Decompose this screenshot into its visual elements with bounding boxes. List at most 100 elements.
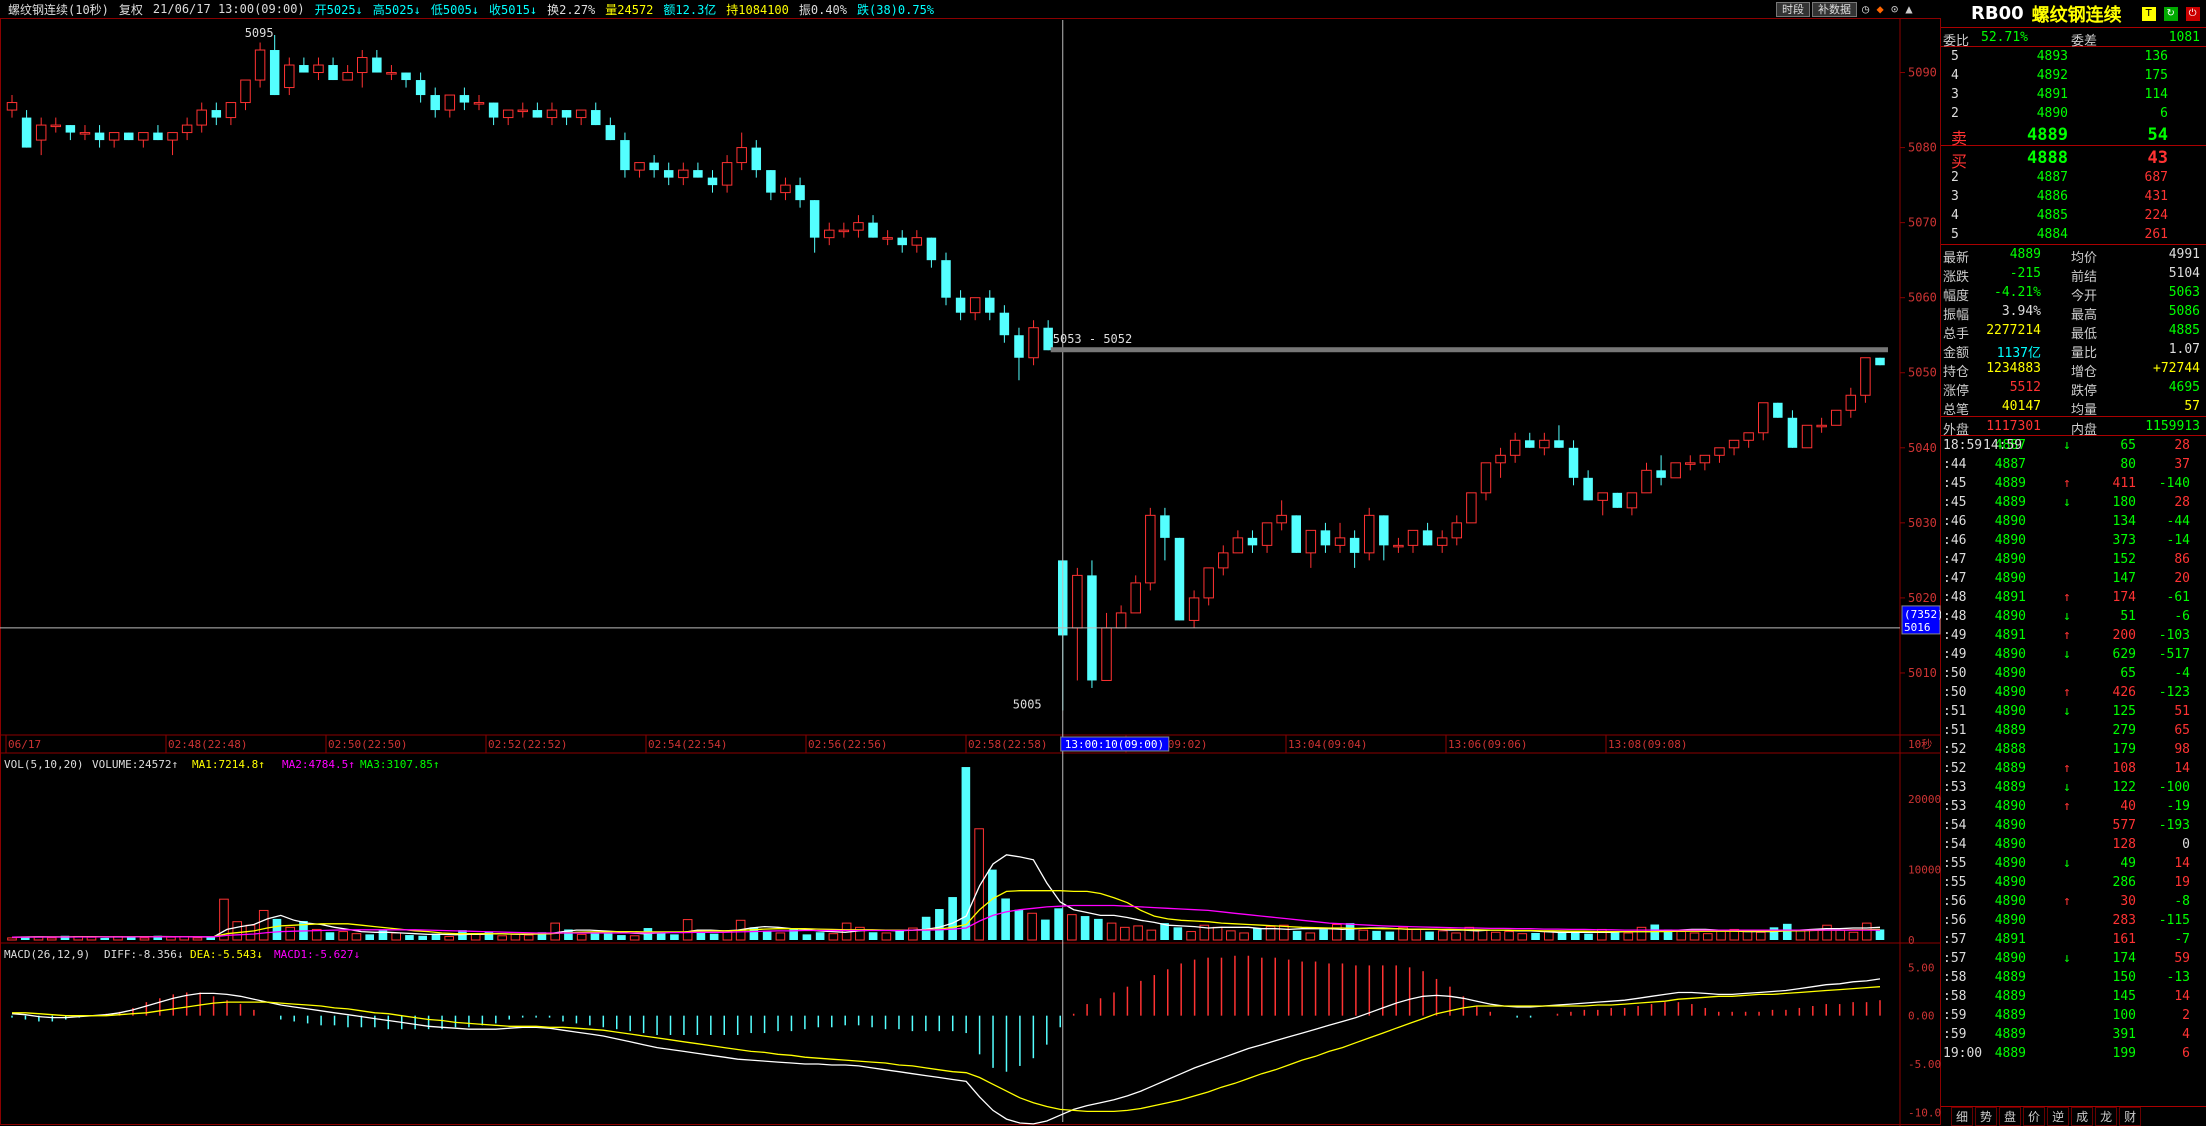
stat-row: 涨停 5512 跌停 4695 — [1941, 378, 2206, 399]
tick-delta: -123 — [2158, 685, 2190, 700]
candle-body-up — [1101, 627, 1112, 681]
tick-price: 4889 — [1994, 476, 2026, 491]
tick-time: :56 — [1943, 894, 1967, 909]
tick-volume: 279 — [2112, 723, 2136, 738]
tick-price: 4890 — [1994, 552, 2026, 567]
candle-body-down — [868, 222, 878, 238]
tick-time: :49 — [1943, 647, 1967, 662]
power-icon[interactable]: ⏻ — [2185, 6, 2200, 21]
tick-delta: -115 — [2158, 913, 2190, 928]
candle-body-up — [1305, 529, 1317, 554]
volume-bar-up — [497, 935, 507, 941]
tick-volume: 152 — [2112, 552, 2136, 567]
stat-row: 幅度 -4.21% 今开 5063 — [1941, 283, 2206, 304]
candle-body-down — [766, 170, 776, 193]
tick-time: :57 — [1943, 951, 1967, 966]
candle-body-up — [284, 64, 295, 89]
candle-body-up — [1188, 597, 1200, 621]
tick-delta: -140 — [2158, 476, 2190, 491]
volume-bar-down — [484, 931, 494, 940]
volume-bar-up — [1411, 928, 1422, 941]
candle-body-down — [299, 65, 309, 73]
candle-body-down — [1773, 402, 1783, 418]
tick-volume: 283 — [2112, 913, 2136, 928]
tick-time: :58 — [1943, 970, 1967, 985]
panel-tab[interactable]: 盘 — [1999, 1107, 2022, 1126]
mode-label: 复权 — [118, 2, 143, 17]
volume-bar-up — [7, 937, 17, 941]
candle-body-down — [649, 162, 659, 171]
ask-level: 3 — [1951, 87, 1959, 102]
ask-row: 4 4892 175 — [1941, 66, 2206, 85]
tick-delta: -61 — [2166, 590, 2190, 605]
tick-volume: 65 — [2120, 666, 2136, 681]
tick-delta: 19 — [2174, 875, 2190, 890]
period-button[interactable]: 时段 — [1776, 2, 1810, 17]
volume-bar-up — [1795, 930, 1806, 941]
volume-bar-down — [1001, 898, 1010, 940]
tick-volume: 100 — [2112, 1008, 2136, 1023]
candle-body-up — [969, 297, 981, 314]
tick-time: :53 — [1943, 780, 1967, 795]
candle-body-up — [882, 237, 893, 240]
candle-body-up — [1218, 552, 1229, 569]
open-label: 开5025↓ — [314, 2, 363, 17]
volume-bar-down — [815, 932, 825, 940]
tick-time: :48 — [1943, 609, 1967, 624]
volume-bar-down — [1173, 927, 1183, 940]
panel-tab[interactable]: 细 — [1951, 1107, 1974, 1126]
candle-body-down — [985, 297, 995, 313]
panel-tab[interactable]: 价 — [2023, 1107, 2046, 1126]
tick-delta: 2 — [2182, 1008, 2190, 1023]
tick-volume: 49 — [2120, 856, 2136, 871]
volume-bar-up — [775, 932, 786, 941]
tick-delta: -44 — [2166, 514, 2190, 529]
tick-price: 4891 — [1994, 932, 2026, 947]
t-icon[interactable]: T — [2141, 6, 2156, 21]
tick-volume: 629 — [2112, 647, 2136, 662]
tick-arrow: ↓ — [2063, 438, 2071, 453]
panel-tab[interactable]: 逆 — [2047, 1107, 2070, 1126]
candle-body-up — [634, 162, 645, 171]
fill-data-button[interactable]: 补数据 — [1812, 2, 1857, 17]
time-axis-label: 02:58(22:58) — [968, 738, 1047, 751]
ask-price: 4890 — [2036, 106, 2068, 121]
panel-tab[interactable]: 龙 — [2095, 1107, 2118, 1126]
candle-body-down — [1043, 327, 1053, 351]
low-label: 低5005↓ — [430, 2, 480, 17]
tick-delta: -4 — [2174, 666, 2190, 681]
volume-bar-down — [100, 937, 110, 940]
chart-info-bar: 螺纹钢连续(10秒) 复权 21/06/17 13:00(09:00) 开502… — [0, 0, 1940, 18]
candle-body-up — [1728, 439, 1740, 449]
volume-bar-up — [1133, 925, 1143, 941]
volume-bar-up — [828, 933, 839, 941]
refresh-icon[interactable]: ↻ — [2163, 6, 2178, 21]
bid-volume: 43 — [2147, 148, 2168, 168]
stat-value: 1234883 — [1986, 361, 2041, 376]
clock-icon[interactable]: ◷ — [1862, 2, 1869, 16]
volume-bar-down — [1650, 924, 1660, 940]
panel-tab[interactable]: 成 — [2071, 1107, 2094, 1126]
tick-time: :58 — [1943, 989, 1967, 1004]
diamond-icon[interactable]: ◆ — [1876, 2, 1883, 16]
tick-list[interactable]: 18:59 4887 ↓ 65 28 14:59:44 4887 80 37:45 4889 ↑ 41… — [1941, 436, 2206, 1063]
volume-bar-down — [1385, 931, 1395, 940]
candle-body-down — [488, 102, 499, 118]
panel-tab[interactable]: 财 — [2119, 1107, 2142, 1126]
expand-icon[interactable]: ▲ — [1905, 2, 1912, 16]
ask-row: 5 4893 136 — [1941, 47, 2206, 66]
volume-bar-up — [232, 921, 243, 941]
vol-legend-volume: VOLUME:24572↑ — [92, 758, 178, 771]
candle-body-down — [153, 132, 163, 141]
record-icon[interactable]: ⊙ — [1891, 2, 1898, 16]
candle-body-up — [780, 184, 791, 194]
tick-time: :53 — [1943, 799, 1967, 814]
candle-body-down — [1612, 492, 1623, 508]
ask-level: 5 — [1951, 49, 1959, 64]
candle-body-down — [795, 185, 805, 201]
candle-body-up — [1261, 522, 1273, 546]
panel-tab[interactable]: 势 — [1975, 1107, 1998, 1126]
tick-arrow: ↑ — [2063, 761, 2071, 776]
candle-body-down — [1525, 440, 1535, 448]
chart-area[interactable]: 5090 5080 5070 5060 5050 5040 5030 5020 5010 5095… — [0, 0, 1941, 1126]
